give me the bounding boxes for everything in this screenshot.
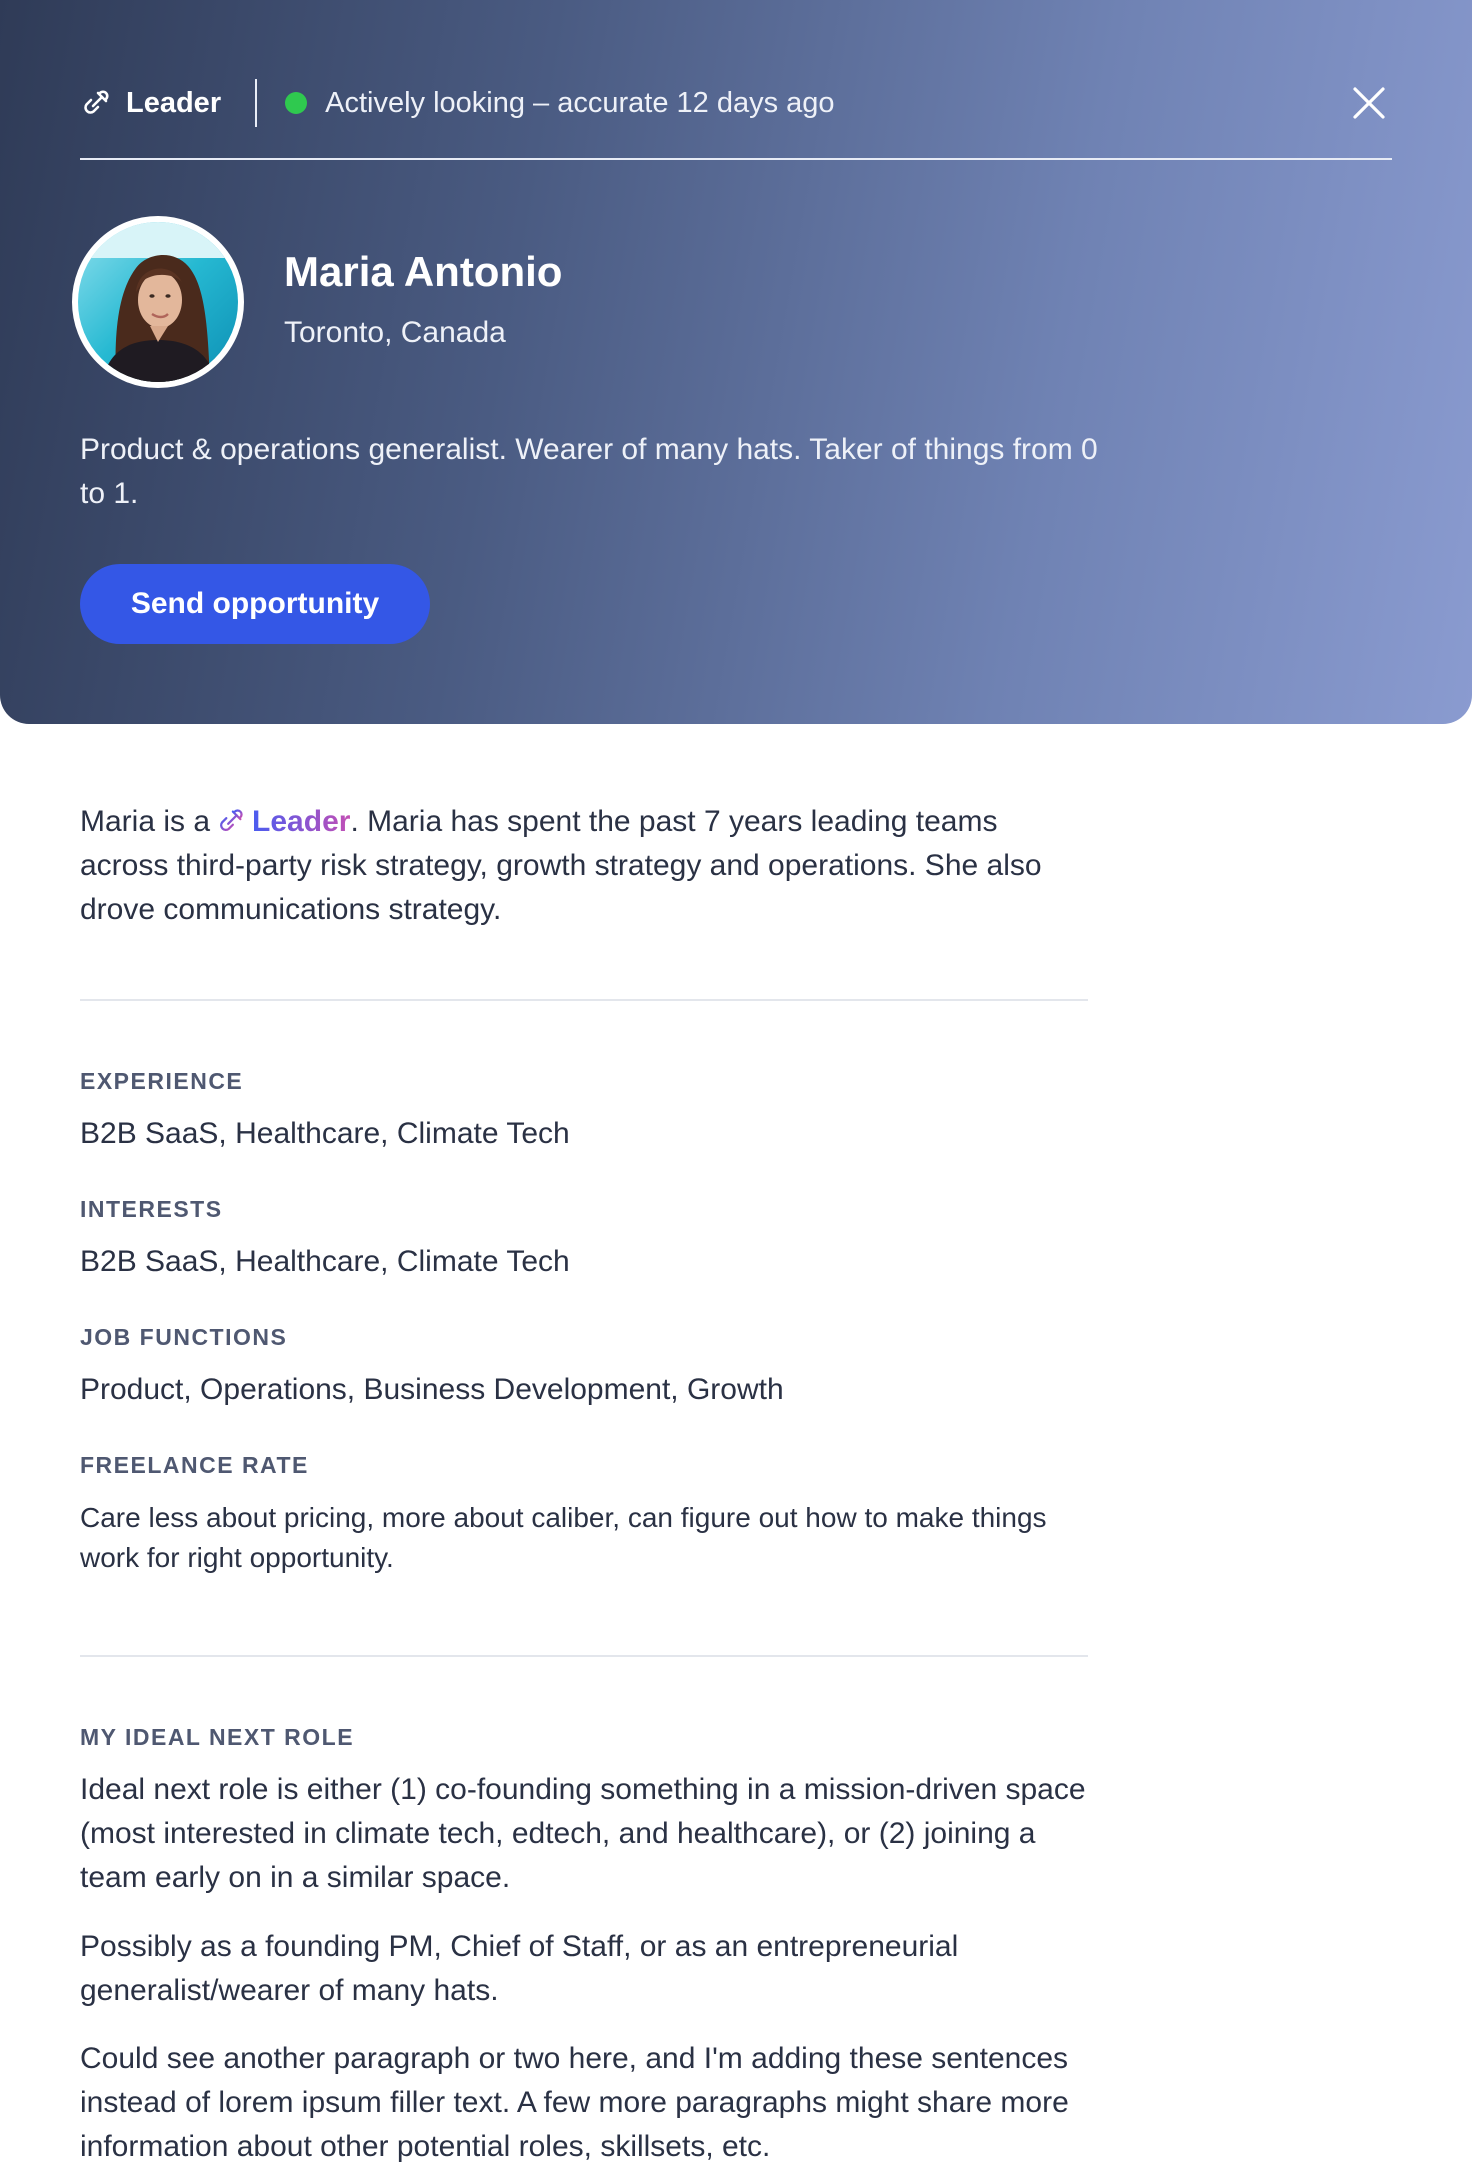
status-text: Actively looking – accurate 12 days ago xyxy=(325,86,835,119)
header-divider xyxy=(255,79,258,127)
profile-header: Leader Actively looking – accurate 12 da… xyxy=(0,0,1472,724)
send-opportunity-button[interactable]: Send opportunity xyxy=(80,564,430,644)
status-dot-icon xyxy=(285,92,308,114)
ideal-role-paragraph: Ideal next role is either (1) co-foundin… xyxy=(80,1773,1086,1894)
availability-status: Actively looking – accurate 12 days ago xyxy=(285,86,835,120)
interests-value: B2B SaaS, Healthcare, Climate Tech xyxy=(80,1245,570,1278)
ideal-role-paragraph: Could see another paragraph or two here,… xyxy=(80,2042,1069,2163)
freelance-rate-label: FREELANCE RATE xyxy=(80,1452,309,1478)
avatar-photo xyxy=(78,222,238,382)
intro-text: Maria is a Leader. Maria has spent the p… xyxy=(80,800,1090,932)
leader-link-icon xyxy=(84,90,109,114)
avatar xyxy=(72,216,244,388)
experience-label: EXPERIENCE xyxy=(80,1068,244,1094)
profile-location: Toronto, Canada xyxy=(284,316,506,349)
intro-paragraph: Maria is a Leader. Maria has spent the p… xyxy=(80,800,1090,932)
section-divider xyxy=(80,999,1088,1001)
experience-value: B2B SaaS, Healthcare, Climate Tech xyxy=(80,1117,570,1150)
interests-label: INTERESTS xyxy=(80,1196,223,1222)
ideal-role-label: MY IDEAL NEXT ROLE xyxy=(80,1724,355,1750)
leader-tag-label: Leader xyxy=(126,86,222,119)
close-icon[interactable] xyxy=(1346,80,1392,126)
section-divider xyxy=(80,1655,1088,1657)
ideal-role-paragraph: Possibly as a founding PM, Chief of Staf… xyxy=(80,1930,959,2007)
leader-tag: Leader xyxy=(80,87,221,120)
freelance-rate-value: Care less about pricing, more about cali… xyxy=(80,1502,1047,1573)
intro-leader-badge: Leader xyxy=(252,805,351,838)
leader-link-icon xyxy=(220,809,243,832)
job-functions-value: Product, Operations, Business Developmen… xyxy=(80,1373,784,1406)
profile-name: Maria Antonio xyxy=(284,248,563,295)
profile-tagline: Product & operations generalist. Wearer … xyxy=(80,433,1098,510)
intro-prefix: Maria is a xyxy=(80,805,211,838)
header-rule xyxy=(80,158,1392,160)
header-bar: Leader Actively looking – accurate 12 da… xyxy=(80,78,1392,128)
job-functions-label: JOB FUNCTIONS xyxy=(80,1324,288,1350)
